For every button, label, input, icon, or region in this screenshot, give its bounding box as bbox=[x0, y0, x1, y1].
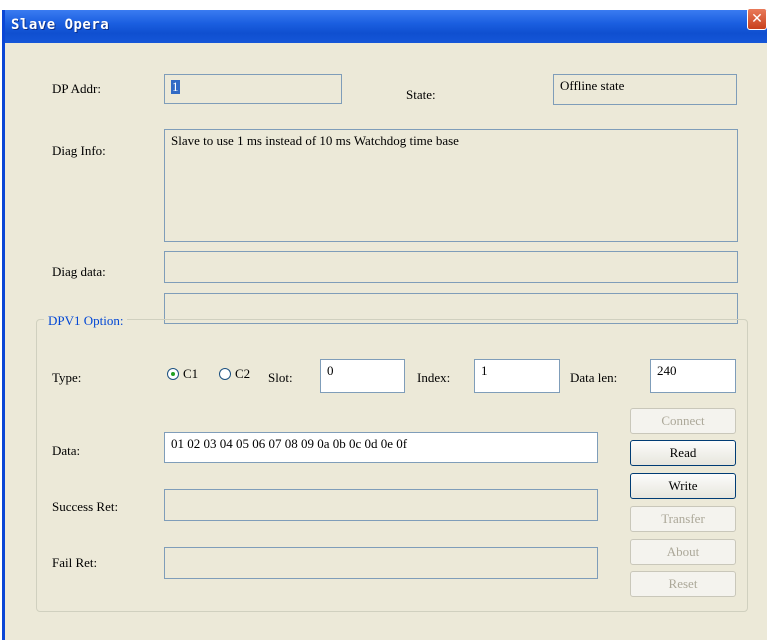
data-input[interactable]: 01 02 03 04 05 06 07 08 09 0a 0b 0c 0d 0… bbox=[164, 432, 598, 463]
state-label: State: bbox=[406, 87, 436, 102]
reset-button[interactable]: Reset bbox=[630, 571, 736, 597]
state-value: Offline state bbox=[560, 78, 625, 93]
diag-info-label: Diag Info: bbox=[52, 143, 106, 158]
dp-addr-field[interactable]: 1 bbox=[164, 74, 342, 104]
about-button[interactable]: About bbox=[630, 539, 736, 565]
dpv1-option-title: DPV1 Option: bbox=[44, 313, 128, 329]
write-button[interactable]: Write bbox=[630, 473, 736, 499]
read-button[interactable]: Read bbox=[630, 440, 736, 466]
data-label: Data: bbox=[52, 443, 81, 458]
success-ret-field bbox=[164, 489, 598, 521]
c1-label[interactable]: C1 bbox=[183, 366, 198, 382]
diag-data-field-1 bbox=[164, 251, 738, 283]
data-value: 01 02 03 04 05 06 07 08 09 0a 0b 0c 0d 0… bbox=[171, 436, 408, 451]
fail-ret-label: Fail Ret: bbox=[52, 555, 98, 570]
index-input[interactable]: 1 bbox=[474, 359, 560, 393]
slot-label: Slot: bbox=[268, 370, 293, 385]
transfer-button[interactable]: Transfer bbox=[630, 506, 736, 532]
fail-ret-field bbox=[164, 547, 598, 579]
success-ret-label: Success Ret: bbox=[52, 499, 119, 514]
c2-label[interactable]: C2 bbox=[235, 366, 250, 382]
connect-button[interactable]: Connect bbox=[630, 408, 736, 434]
title-bar: Slave Opera bbox=[5, 10, 767, 43]
dp-addr-value: 1 bbox=[171, 79, 180, 94]
c1-radio[interactable] bbox=[167, 368, 179, 380]
close-icon[interactable]: ✕ bbox=[747, 8, 767, 30]
data-len-label: Data len: bbox=[570, 370, 618, 385]
dp-addr-label: DP Addr: bbox=[52, 81, 101, 96]
index-label: Index: bbox=[417, 370, 451, 385]
diag-data-label: Diag data: bbox=[52, 264, 106, 279]
state-field: Offline state bbox=[553, 74, 737, 105]
index-value: 1 bbox=[481, 363, 488, 378]
data-len-input[interactable]: 240 bbox=[650, 359, 736, 393]
slot-input[interactable]: 0 bbox=[320, 359, 405, 393]
data-len-value: 240 bbox=[657, 363, 677, 378]
slot-value: 0 bbox=[327, 363, 334, 378]
diag-info-field: Slave to use 1 ms instead of 10 ms Watch… bbox=[164, 129, 738, 242]
type-label: Type: bbox=[52, 370, 82, 385]
c2-radio[interactable] bbox=[219, 368, 231, 380]
window-title: Slave Opera bbox=[11, 17, 110, 33]
diag-info-value: Slave to use 1 ms instead of 10 ms Watch… bbox=[171, 133, 459, 148]
